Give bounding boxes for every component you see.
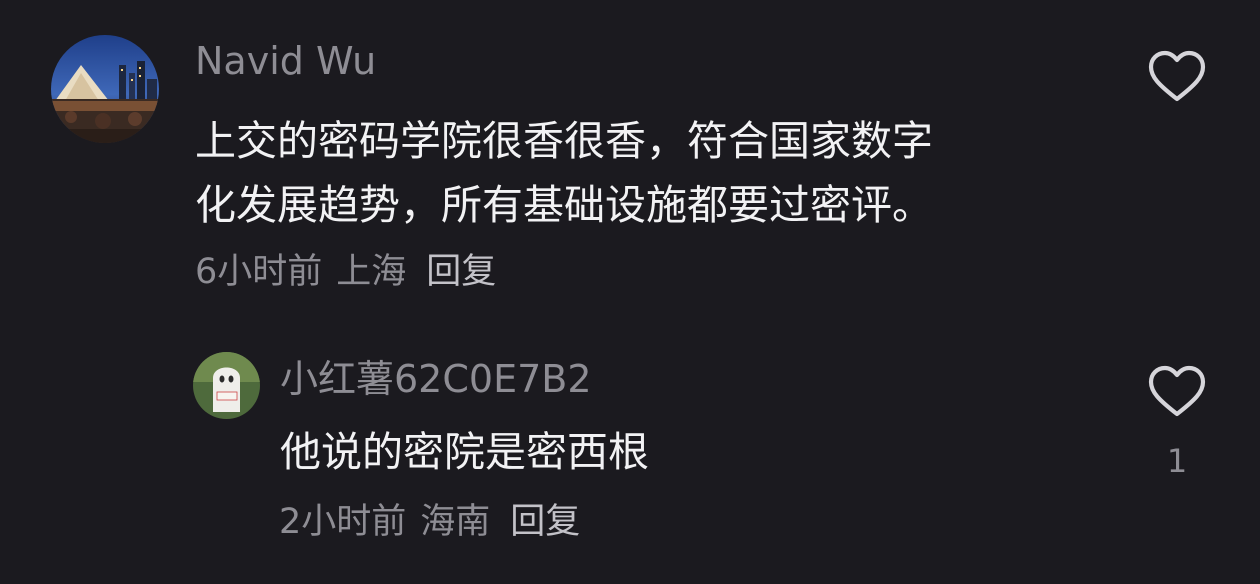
avatar[interactable] [193,352,260,419]
comment-meta: 6小时前 上海 回复 [195,255,496,290]
comment-section: Navid Wu 上交的密码学院很香很香，符合国家数字 化发展趋势，所有基础设施… [0,0,1260,584]
reply-button[interactable]: 回复 [426,255,496,290]
heart-outline-icon [1148,50,1206,102]
comment-meta: 2小时前 海南 回复 [279,505,580,540]
like-button[interactable] [1145,45,1209,109]
comment-time: 6小时前 [195,252,323,292]
avatar-ghost-figure [193,352,260,419]
comment-author[interactable]: 小红薯62C0E7B2 [280,360,592,398]
comment-text-line: 化发展趋势，所有基础设施都要过密评。 [195,181,933,229]
comment-location: 海南 [420,502,491,542]
avatar-photo-city-night [51,35,159,143]
heart-outline-icon [1148,365,1206,417]
like-button[interactable] [1145,360,1209,424]
comment-author[interactable]: Navid Wu [195,42,376,80]
like-count: 1 [1166,442,1188,480]
comment-text-line: 他说的密院是密西根 [280,428,649,476]
reply-button[interactable]: 回复 [510,505,580,540]
comment-text-line: 上交的密码学院很香很香，符合国家数字 [195,117,933,165]
avatar[interactable] [51,35,159,143]
comment-time: 2小时前 [279,502,407,542]
comment-location: 上海 [336,252,407,292]
